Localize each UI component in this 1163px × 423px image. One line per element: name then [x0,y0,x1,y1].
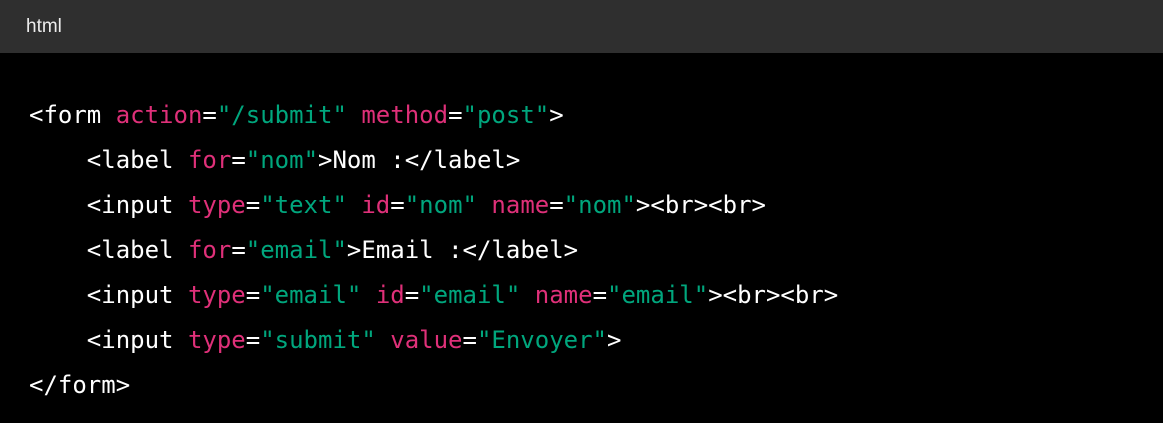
code-token-attribute: value [390,326,463,354]
code-token-attribute: type [187,191,246,219]
code-token-attribute: method [361,101,449,129]
code-token-string: "nom" [563,191,636,219]
code-token-string: "email" [245,236,347,264]
code-token-text: >Nom :</label> [318,146,521,174]
code-body[interactable]: <form action="/submit" method="post"> <l… [0,53,1163,408]
language-label: html [26,15,62,37]
code-token-attribute: action [115,101,203,129]
code-line: <label for="nom">Nom :</label> [29,138,1163,183]
code-block-header: html [0,0,1163,53]
code-token-text: <form [29,101,116,129]
code-line: <input type="submit" value="Envoyer"> [29,318,1163,363]
code-token-text: = [549,191,564,219]
code-line: <label for="email">Email :</label> [29,228,1163,273]
code-token-text: = [245,326,261,354]
code-token-text: > [607,326,622,354]
code-token-text: <input [86,281,188,309]
code-token-attribute: name [534,281,593,309]
code-token-attribute: type [187,326,246,354]
code-token-text: >Email :</label> [346,236,579,264]
code-token-text: = [462,326,477,354]
code-token-attribute: name [491,191,550,219]
code-token-text: ><br><br> [635,191,766,219]
code-block: html <form action="/submit" method="post… [0,0,1163,423]
code-token-attribute: for [187,236,232,264]
code-line: <form action="/submit" method="post"> [29,93,1163,138]
code-token-text: </form> [29,371,131,399]
code-line: <input type="text" id="nom" name="nom"><… [29,183,1163,228]
code-token-string: "email" [607,281,709,309]
code-token-string: "nom" [404,191,477,219]
code-line: </form> [29,363,1163,408]
code-token-text: = [231,236,246,264]
code-token-text: ><br><br> [708,281,839,309]
code-token-text: = [404,281,420,309]
code-token-text: = [448,101,463,129]
code-token-string: "email" [419,281,521,309]
code-token-text: <label [86,146,188,174]
code-token-text: = [390,191,405,219]
code-token-string: "post" [462,101,550,129]
code-token-string: "submit" [260,326,376,354]
code-token-string: "Envoyer" [476,326,607,354]
code-token-string: "email" [260,281,362,309]
code-token-attribute: for [187,146,232,174]
code-token-text: = [592,281,608,309]
code-token-attribute: id [375,281,405,309]
code-line: <input type="email" id="email" name="ema… [29,273,1163,318]
code-token-text: = [202,101,217,129]
code-token-text: = [245,281,261,309]
code-token-text: <input [86,326,188,354]
code-token-string: "text" [260,191,347,219]
code-token-attribute: id [361,191,391,219]
code-token-text: <label [86,236,188,264]
code-token-text: <input [86,191,188,219]
code-token-text: = [245,191,261,219]
code-token-text: > [549,101,564,129]
code-token-string: "nom" [245,146,319,174]
code-token-string: "/submit" [216,101,347,129]
code-token-attribute: type [187,281,246,309]
code-token-text: = [231,146,246,174]
